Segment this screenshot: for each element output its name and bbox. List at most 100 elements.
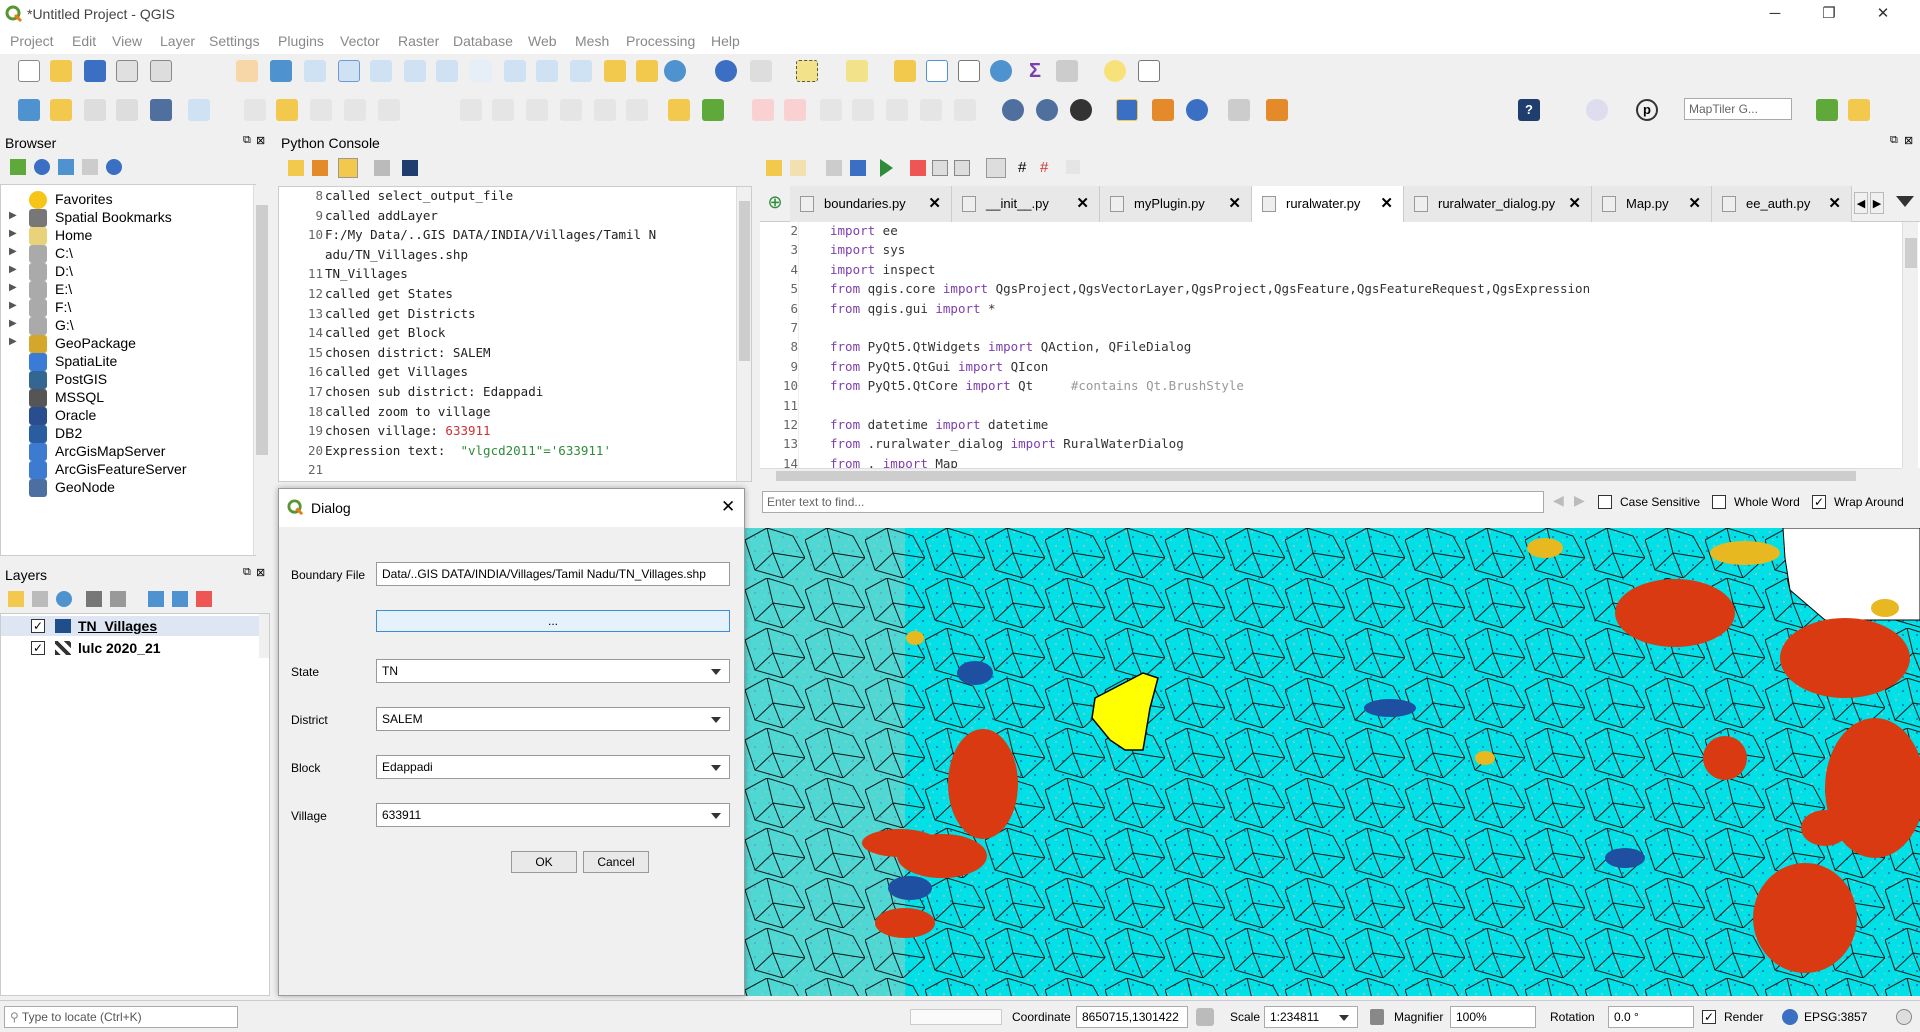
comment-icon[interactable]: # xyxy=(1018,159,1026,176)
save-script-icon[interactable] xyxy=(826,160,842,176)
menu-layer[interactable]: Layer xyxy=(160,33,195,49)
state-select[interactable]: TN xyxy=(376,659,730,683)
map-tips-icon[interactable] xyxy=(1104,60,1126,82)
layer-row-lulc[interactable]: ✓ lulc 2020_21 xyxy=(1,638,269,658)
map-themes-icon[interactable] xyxy=(56,591,72,607)
crs-label[interactable]: EPSG:3857 xyxy=(1804,1010,1867,1024)
menu-raster[interactable]: Raster xyxy=(398,33,439,49)
coordinate-field[interactable]: 8650715,1301422 xyxy=(1076,1006,1188,1028)
new-bookmark-icon[interactable] xyxy=(604,60,626,82)
tab-close-icon[interactable]: ✕ xyxy=(1828,194,1841,212)
pan-icon[interactable] xyxy=(236,60,258,82)
browser-item[interactable]: GeoNode xyxy=(1,477,257,499)
menu-view[interactable]: View xyxy=(112,33,142,49)
add-delimited-text-icon[interactable] xyxy=(84,99,106,121)
move-diagram-icon[interactable] xyxy=(920,99,942,121)
add-group-icon[interactable] xyxy=(32,591,48,607)
dialog-close-icon[interactable]: ✕ xyxy=(721,497,735,517)
p-plugin-icon[interactable]: p xyxy=(1636,99,1658,121)
save-as-icon[interactable] xyxy=(850,160,866,176)
scale-bar-icon[interactable] xyxy=(1228,99,1250,121)
zoom-out-icon[interactable] xyxy=(338,60,360,82)
expand-arrow-icon[interactable]: ▶ xyxy=(9,264,17,275)
menu-processing[interactable]: Processing xyxy=(626,33,695,49)
current-edits-icon[interactable] xyxy=(244,99,266,121)
expand-arrow-icon[interactable]: ▶ xyxy=(9,246,17,257)
pan-to-selection-icon[interactable] xyxy=(270,60,292,82)
help-icon[interactable]: ? xyxy=(1518,99,1540,121)
locator-input[interactable]: ⚲ Type to locate (Ctrl+K) xyxy=(4,1006,238,1028)
ok-button[interactable]: OK xyxy=(511,851,577,873)
search-layer-icon[interactable] xyxy=(1816,99,1838,121)
tab-init[interactable]: __init__.py ✕ xyxy=(952,186,1100,222)
deselect-icon[interactable] xyxy=(894,60,916,82)
cancel-button[interactable]: Cancel xyxy=(583,851,649,873)
maptiler-search-input[interactable]: MapTiler G... xyxy=(1684,98,1792,120)
zoom-in-icon[interactable] xyxy=(304,60,326,82)
toggle-editing-icon[interactable] xyxy=(276,99,298,121)
expand-arrow-icon[interactable]: ▶ xyxy=(9,318,17,329)
globe-icon[interactable] xyxy=(1002,99,1024,121)
filter-legend-icon[interactable] xyxy=(86,591,102,607)
map-canvas[interactable] xyxy=(745,528,1920,996)
menu-settings[interactable]: Settings xyxy=(209,33,260,49)
menu-mesh[interactable]: Mesh xyxy=(575,33,609,49)
browser-scroll-thumb[interactable] xyxy=(256,205,268,455)
menu-web[interactable]: Web xyxy=(528,33,557,49)
show-editor-icon[interactable] xyxy=(338,158,358,178)
copy-icon[interactable] xyxy=(932,160,948,176)
rotate-icon[interactable] xyxy=(1186,99,1208,121)
tab-close-icon[interactable]: ✕ xyxy=(928,194,941,212)
menu-database[interactable]: Database xyxy=(453,33,513,49)
menu-vector[interactable]: Vector xyxy=(340,33,380,49)
editor-hscrollbar[interactable] xyxy=(760,468,1902,482)
zoom-selection-icon[interactable] xyxy=(404,60,426,82)
browser-scrollbar[interactable] xyxy=(253,185,269,555)
statistics-sigma-icon[interactable]: Σ xyxy=(1024,60,1046,82)
find-text-icon[interactable] xyxy=(986,158,1006,178)
tab-close-icon[interactable]: ✕ xyxy=(1568,194,1581,212)
expand-arrow-icon[interactable]: ▶ xyxy=(9,228,17,239)
console-close-icon[interactable]: ⊠ xyxy=(1904,134,1913,147)
zoom-layer-icon[interactable] xyxy=(436,60,458,82)
change-label-icon[interactable] xyxy=(886,99,908,121)
expand-arrow-icon[interactable]: ▶ xyxy=(9,282,17,293)
show-hide-labels-icon[interactable] xyxy=(784,99,806,121)
district-select[interactable]: SALEM xyxy=(376,707,730,731)
open-script-icon[interactable] xyxy=(766,160,782,176)
close-button[interactable]: ✕ xyxy=(1860,0,1906,30)
magnifier-spinbox[interactable]: 100% xyxy=(1450,1006,1536,1028)
label-icon[interactable] xyxy=(668,99,690,121)
options-icon[interactable] xyxy=(374,160,390,176)
copy-features-icon[interactable] xyxy=(526,99,548,121)
scale-select[interactable]: 1:234811 xyxy=(1264,1006,1358,1028)
vertex-tool-icon[interactable] xyxy=(378,99,400,121)
select-features-icon[interactable] xyxy=(796,60,818,82)
paste-features-icon[interactable] xyxy=(560,99,582,121)
rotation-spinbox[interactable]: 0.0 ° xyxy=(1608,1006,1694,1028)
layer-row-tn-villages[interactable]: ✓ TN_Villages xyxy=(1,616,269,636)
import-class-icon[interactable] xyxy=(312,160,328,176)
expand-arrow-icon[interactable]: ▶ xyxy=(9,210,17,221)
layers-float-icon[interactable]: ⧉ xyxy=(243,566,251,579)
lock-scale-icon[interactable] xyxy=(1370,1009,1384,1025)
open-project-icon[interactable] xyxy=(50,60,72,82)
menu-project[interactable]: Project xyxy=(10,33,54,49)
save-edits-icon[interactable] xyxy=(310,99,332,121)
block-select[interactable]: Edappadi xyxy=(376,755,730,779)
refresh-browser-icon[interactable] xyxy=(34,159,50,175)
layer-visibility-checkbox[interactable]: ✓ xyxy=(31,641,45,655)
find-previous-icon[interactable]: ◀ xyxy=(1553,492,1564,509)
tab-myplugin[interactable]: myPlugin.py ✕ xyxy=(1100,186,1252,222)
run-action-icon[interactable] xyxy=(750,60,772,82)
diagram-options-icon[interactable] xyxy=(954,99,976,121)
plugin-extra-icon[interactable] xyxy=(1848,99,1870,121)
collapse-all-icon[interactable] xyxy=(82,159,98,175)
tab-scroll-right-icon[interactable]: ▶ xyxy=(1870,192,1884,214)
tab-ruralwater-dialog[interactable]: ruralwater_dialog.py ✕ xyxy=(1404,186,1592,222)
cut-features-icon[interactable] xyxy=(492,99,514,121)
maximize-button[interactable]: ❐ xyxy=(1806,0,1852,30)
layer-visibility-checkbox[interactable]: ✓ xyxy=(31,619,45,633)
uncomment-icon[interactable]: # xyxy=(1040,159,1048,176)
filter-browser-icon[interactable] xyxy=(58,159,74,175)
